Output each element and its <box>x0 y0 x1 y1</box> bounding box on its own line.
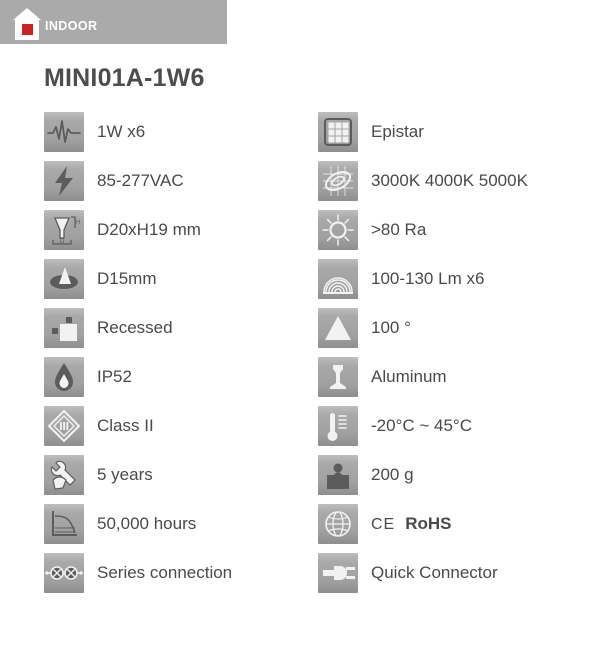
spec-value: D15mm <box>97 269 157 288</box>
spec-value: Series connection <box>97 563 233 582</box>
spec-row: Recessed <box>44 308 232 357</box>
spec-row: >80 Ra <box>318 210 528 259</box>
spec-row: 5 years <box>44 455 232 504</box>
luminous-flux-icon <box>318 259 358 299</box>
banner-label: INDOOR <box>45 19 98 34</box>
spec-row: Aluminum <box>318 357 528 406</box>
spec-row: H D D20xH19 mm <box>44 210 232 259</box>
spec-value: >80 Ra <box>371 220 427 239</box>
warranty-wrench-icon <box>44 455 84 495</box>
spec-row: Quick Connector <box>318 553 528 602</box>
thermometer-icon <box>318 406 358 446</box>
spec-value: IP52 <box>97 367 132 386</box>
spec-column-right: Epistar 3000K 4000K 5000K >80 Ra 100-130… <box>318 112 528 602</box>
indoor-banner: INDOOR <box>0 0 227 44</box>
svg-text:D: D <box>60 239 65 245</box>
spec-value: 200 g <box>371 465 414 484</box>
ce-mark: CE <box>371 516 396 533</box>
recessed-mount-icon <box>44 308 84 348</box>
spec-value: Aluminum <box>371 367 447 386</box>
spec-row: 1W x6 <box>44 112 232 161</box>
spec-value: 5 years <box>97 465 153 484</box>
spec-value: 100 ° <box>371 318 411 337</box>
svg-text:H: H <box>76 220 80 226</box>
spec-value: Recessed <box>97 318 173 337</box>
spec-row: 85-277VAC <box>44 161 232 210</box>
spec-row: 200 g <box>318 455 528 504</box>
cutout-hole-icon <box>44 259 84 299</box>
beam-angle-icon <box>318 308 358 348</box>
spec-row: Series connection <box>44 553 232 602</box>
spec-value: D20xH19 mm <box>97 220 201 239</box>
lightning-bolt-icon <box>44 161 84 201</box>
class-two-diamond-icon <box>44 406 84 446</box>
spec-value: Quick Connector <box>371 563 498 582</box>
weight-icon <box>318 455 358 495</box>
spec-value: 85-277VAC <box>97 171 184 190</box>
quick-connector-icon <box>318 553 358 593</box>
house-icon <box>13 7 41 40</box>
globe-certification-icon <box>318 504 358 544</box>
spec-row: Epistar <box>318 112 528 161</box>
spec-value: 1W x6 <box>97 122 146 141</box>
spec-row: 3000K 4000K 5000K <box>318 161 528 210</box>
water-drop-icon <box>44 357 84 397</box>
spec-row: Class II <box>44 406 232 455</box>
spec-value: CE RoHS <box>371 504 452 545</box>
product-spec-sheet: INDOOR MINI01A-1W6 1W x6 85-277VAC H D D2… <box>0 0 600 650</box>
sun-cri-icon <box>318 210 358 250</box>
aluminum-housing-icon <box>318 357 358 397</box>
spec-row: IP52 <box>44 357 232 406</box>
page-title: MINI01A-1W6 <box>44 64 205 92</box>
color-temperature-icon <box>318 161 358 201</box>
spec-value: Epistar <box>371 122 424 141</box>
spec-value: 50,000 hours <box>97 514 197 533</box>
led-chip-grid-icon <box>318 112 358 152</box>
spec-row: D15mm <box>44 259 232 308</box>
spec-row: 100-130 Lm x6 <box>318 259 528 308</box>
spec-value: 100-130 Lm x6 <box>371 269 485 288</box>
waveform-power-icon <box>44 112 84 152</box>
rohs-mark: RoHS <box>405 514 452 533</box>
spec-value: -20°C ~ 45°C <box>371 416 473 435</box>
spec-row: 50,000 hours <box>44 504 232 553</box>
spec-column-left: 1W x6 85-277VAC H D D20xH19 mm D15mm Rece… <box>44 112 232 602</box>
spec-row: 100 ° <box>318 308 528 357</box>
dimensions-icon: H D <box>44 210 84 250</box>
spec-value: Class II <box>97 416 154 435</box>
spec-row: -20°C ~ 45°C <box>318 406 528 455</box>
house-window <box>22 23 33 35</box>
lifetime-graph-icon <box>44 504 84 544</box>
spec-value: 3000K 4000K 5000K <box>371 171 528 190</box>
series-connection-icon <box>44 553 84 593</box>
spec-row: CE RoHS <box>318 504 528 553</box>
